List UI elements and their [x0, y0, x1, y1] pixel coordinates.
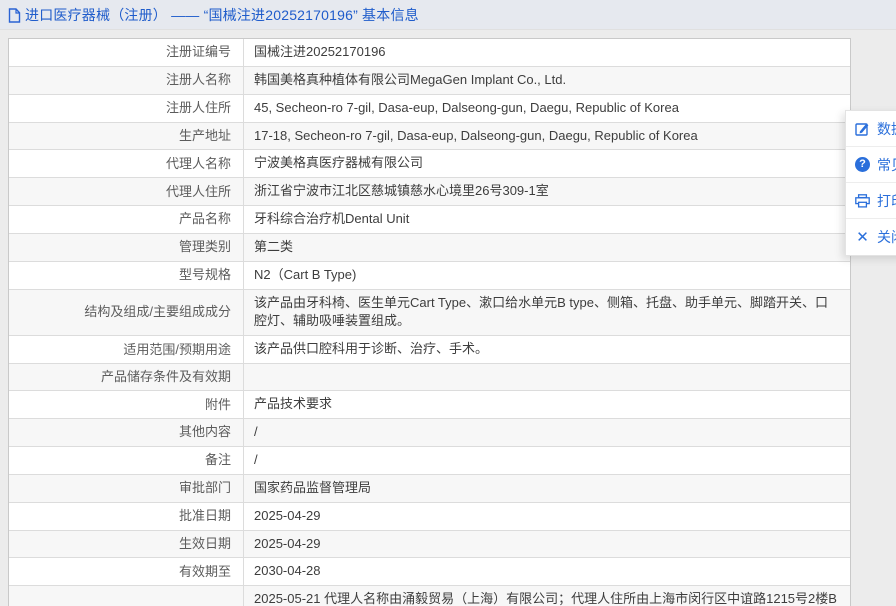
document-icon: [8, 8, 21, 23]
toolbar-item-close[interactable]: ✕ 关闭页面: [846, 219, 896, 255]
toolbar-item-label: 打印页面: [877, 191, 896, 211]
field-value: 国械注进20252170196: [244, 39, 850, 66]
field-label: 适用范围/预期用途: [9, 336, 244, 363]
table-row: 有效期至 2030-04-28: [9, 558, 850, 586]
field-value: 第二类: [244, 234, 850, 261]
table-row: 适用范围/预期用途 该产品供口腔科用于诊断、治疗、手术。: [9, 336, 850, 364]
field-label: 附件: [9, 391, 244, 418]
field-label-text: 型号规格: [179, 266, 231, 284]
field-label: 注册人住所: [9, 95, 244, 122]
field-label: 注册人名称: [9, 67, 244, 94]
table-row: 代理人名称 宁波美格真医疗器械有限公司: [9, 150, 850, 178]
table-row: 附件 产品技术要求: [9, 391, 850, 419]
field-label-text: 适用范围/预期用途: [123, 341, 231, 359]
toolbar-item-print[interactable]: 打印页面: [846, 183, 896, 219]
table-row: 审批部门 国家药品监督管理局: [9, 475, 850, 503]
toolbar-item-label: 数据反馈: [877, 119, 896, 139]
field-label: 变更情况: [9, 586, 244, 606]
table-row: 生效日期 2025-04-29: [9, 531, 850, 559]
field-label: 管理类别: [9, 234, 244, 261]
field-label-text: 产品储存条件及有效期: [101, 368, 231, 386]
field-label-text: 生产地址: [179, 127, 231, 145]
side-toolbar: 数据反馈 ? 常见问题 打印页面 ✕ 关闭页面: [845, 110, 896, 256]
field-value: 产品技术要求: [244, 391, 850, 418]
table-row: 产品名称 牙科综合治疗机Dental Unit: [9, 206, 850, 234]
field-label: 生效日期: [9, 531, 244, 558]
toolbar-item-data-feedback[interactable]: 数据反馈: [846, 111, 896, 147]
page-header: 进口医疗器械（注册） —— “国械注进20252170196” 基本信息: [0, 0, 896, 30]
field-label: 型号规格: [9, 262, 244, 289]
toolbar-item-label: 关闭页面: [877, 227, 896, 247]
field-label: 备注: [9, 447, 244, 474]
field-value: N2（Cart B Type): [244, 262, 850, 289]
field-label-text: 附件: [205, 396, 231, 414]
field-label: 其他内容: [9, 419, 244, 446]
field-label: 注册证编号: [9, 39, 244, 66]
field-label: 代理人名称: [9, 150, 244, 177]
field-value: 宁波美格真医疗器械有限公司: [244, 150, 850, 177]
field-value: 浙江省宁波市江北区慈城镇慈水心境里26号309-1室: [244, 178, 850, 205]
field-label: 有效期至: [9, 558, 244, 585]
table-row: 注册人住所 45, Secheon-ro 7-gil, Dasa-eup, Da…: [9, 95, 850, 123]
field-value: 2025-05-21 代理人名称由涌毅贸易（上海）有限公司；代理人住所由上海市闵…: [244, 586, 850, 606]
table-row: 代理人住所 浙江省宁波市江北区慈城镇慈水心境里26号309-1室: [9, 178, 850, 206]
field-label: 代理人住所: [9, 178, 244, 205]
field-label: 结构及组成/主要组成成分: [9, 290, 244, 336]
field-label-text: 代理人名称: [166, 155, 231, 173]
table-row: 其他内容 /: [9, 419, 850, 447]
field-label: 批准日期: [9, 503, 244, 530]
field-value: 牙科综合治疗机Dental Unit: [244, 206, 850, 233]
table-row: 变更情况 2025-05-21 代理人名称由涌毅贸易（上海）有限公司；代理人住所…: [9, 586, 850, 606]
info-table: 注册证编号 国械注进20252170196 注册人名称 韩国美格真种植体有限公司…: [8, 38, 851, 606]
field-label-text: 注册证编号: [166, 43, 231, 61]
page-title: 进口医疗器械（注册） —— “国械注进20252170196” 基本信息: [25, 5, 419, 25]
close-icon: ✕: [855, 230, 870, 245]
toolbar-item-faq[interactable]: ? 常见问题: [846, 147, 896, 183]
field-value: 国家药品监督管理局: [244, 475, 850, 502]
field-label-text: 注册人名称: [166, 71, 231, 89]
field-label-text: 生效日期: [179, 535, 231, 553]
field-label-text: 其他内容: [179, 423, 231, 441]
printer-icon: [855, 194, 870, 208]
table-row: 备注 /: [9, 447, 850, 475]
field-label-text: 管理类别: [179, 238, 231, 256]
field-value: 2025-04-29: [244, 531, 850, 558]
field-label: 产品名称: [9, 206, 244, 233]
field-value: 45, Secheon-ro 7-gil, Dasa-eup, Dalseong…: [244, 95, 850, 122]
field-value: [244, 364, 850, 390]
field-label-text: 有效期至: [179, 563, 231, 581]
field-value: /: [244, 447, 850, 474]
field-value: 该产品供口腔科用于诊断、治疗、手术。: [244, 336, 850, 363]
table-row: 批准日期 2025-04-29: [9, 503, 850, 531]
field-value: 该产品由牙科椅、医生单元Cart Type、漱口给水单元B type、侧箱、托盘…: [244, 290, 850, 336]
table-row: 注册人名称 韩国美格真种植体有限公司MegaGen Implant Co., L…: [9, 67, 850, 95]
edit-icon: [855, 121, 870, 136]
field-label-text: 注册人住所: [166, 99, 231, 117]
field-label: 生产地址: [9, 123, 244, 150]
toolbar-item-label: 常见问题: [877, 155, 896, 175]
table-row: 生产地址 17-18, Secheon-ro 7-gil, Dasa-eup, …: [9, 123, 850, 151]
question-icon: ?: [855, 157, 870, 172]
table-row: 注册证编号 国械注进20252170196: [9, 39, 850, 67]
field-label: 产品储存条件及有效期: [9, 364, 244, 390]
field-value: 2030-04-28: [244, 558, 850, 585]
table-row: 结构及组成/主要组成成分 该产品由牙科椅、医生单元Cart Type、漱口给水单…: [9, 290, 850, 337]
field-label-text: 产品名称: [179, 210, 231, 228]
field-label: 审批部门: [9, 475, 244, 502]
table-row: 产品储存条件及有效期: [9, 364, 850, 391]
table-row: 管理类别 第二类: [9, 234, 850, 262]
field-label-text: 备注: [205, 451, 231, 469]
field-value: 2025-04-29: [244, 503, 850, 530]
field-label-text: 审批部门: [179, 479, 231, 497]
field-label-text: 批准日期: [179, 507, 231, 525]
field-value: 17-18, Secheon-ro 7-gil, Dasa-eup, Dalse…: [244, 123, 850, 150]
field-label-text: 结构及组成/主要组成成分: [84, 303, 231, 321]
field-value: /: [244, 419, 850, 446]
table-row: 型号规格 N2（Cart B Type): [9, 262, 850, 290]
field-value: 韩国美格真种植体有限公司MegaGen Implant Co., Ltd.: [244, 67, 850, 94]
field-label-text: 代理人住所: [166, 183, 231, 201]
